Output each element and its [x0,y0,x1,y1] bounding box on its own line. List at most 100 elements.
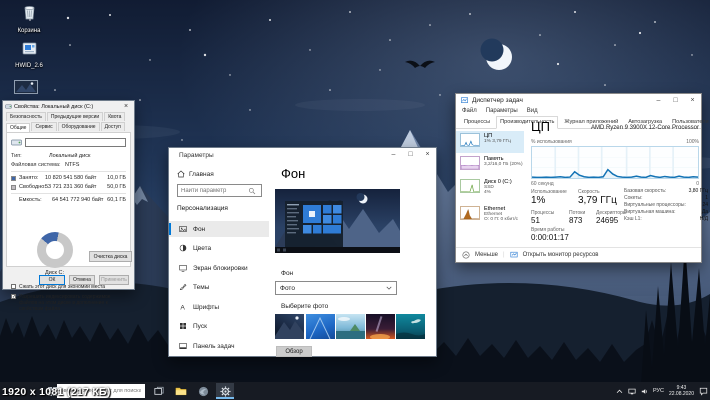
base-speed-value: 3,80 ГГц [689,188,708,195]
image-file-icon [14,80,38,94]
collapse-icon [462,251,470,259]
tab-hardware[interactable]: Оборудование [58,122,100,131]
tab-sharing[interactable]: Доступ [101,122,125,131]
task-view-button[interactable] [150,383,168,399]
menu-file[interactable]: Файл [462,108,477,114]
close-icon[interactable]: × [684,94,701,107]
notification-center-icon[interactable] [699,387,708,396]
browse-button[interactable]: Обзор [276,346,312,357]
background-type-value: Фото [280,285,295,292]
fewer-details-button[interactable]: Меньше [475,252,498,258]
background-type-dropdown[interactable]: Фото [275,281,397,295]
file-explorer-button[interactable] [172,383,190,399]
close-icon[interactable]: × [419,148,436,161]
photo-thumbnail-2[interactable] [306,314,335,339]
hidden-icons-chevron[interactable] [616,389,623,394]
perf-sidebar-disk[interactable]: Диск 0 (C:) SSD 4% [456,177,524,202]
tab-previous-versions[interactable]: Предыдущие версии [47,112,103,121]
svg-text:A: A [180,305,185,311]
browser-button[interactable] [194,383,212,399]
photo-thumbnail-1[interactable] [275,314,304,339]
desktop-icon-recycle-bin[interactable]: Корзина [3,4,55,34]
settings-search-input[interactable] [178,188,248,194]
disk-properties-dialog: Свойства: Локальный диск (C:) × Безопасн… [2,100,135,290]
menu-view[interactable]: Вид [527,108,538,114]
minimize-icon[interactable]: – [650,94,667,107]
chevron-down-icon [386,286,392,290]
recycle-bin-icon [21,4,38,21]
disk-dialog-titlebar[interactable]: Свойства: Локальный диск (C:) × [3,101,134,112]
cpu-uptime-value: 0:00:01:17 [531,233,569,242]
gear-icon [220,386,231,397]
settings-titlebar[interactable]: Параметры – □ × [169,148,436,163]
taskbar-clock[interactable]: 9:43 22.08.2020 [669,385,694,397]
language-indicator[interactable]: РУС [653,388,664,394]
tab-general[interactable]: Общие [6,123,30,132]
close-icon[interactable]: × [120,103,132,110]
cancel-button[interactable]: Отмена [69,275,95,285]
sidebar-ethernet-sub2: О: 0 П: 0 кбит/с [484,217,518,222]
tab-tools[interactable]: Сервис [31,122,56,131]
cpu-chip-name: AMD Ryzen 9 3900X 12-Core Processor [556,125,699,131]
ok-button[interactable]: ОК [39,275,65,285]
disk-general-page: Тип: Локальный диск Файловая система: NT… [6,132,131,267]
menu-options[interactable]: Параметры [486,108,518,114]
resource-monitor-icon [510,251,518,259]
sidebar-item-themes[interactable]: Темы [169,279,269,295]
sidebar-item-taskbar[interactable]: Панель задач [169,338,269,354]
tab-quota[interactable]: Квота [104,112,125,121]
open-resource-monitor-link[interactable]: Открыть монитор ресурсов [523,252,599,258]
cpu-usage-graph [531,146,699,179]
perf-sidebar-cpu[interactable]: ЦП 1% 3,79 ГГц [456,131,524,153]
disk-used-label: Занято: [19,175,45,181]
disk-capacity-label: Емкость: [19,197,52,203]
sidebar-item-background[interactable]: Фон [169,221,269,237]
disk-tabs-top: Безопасность Предыдущие версии Квота [3,112,134,121]
perf-sidebar-memory[interactable]: Память 3,2/16,0 ГБ (20%) [456,154,524,176]
tab-processes[interactable]: Процессы [460,116,494,128]
sidebar-item-colors[interactable]: Цвета [169,240,269,256]
task-view-icon [154,386,164,396]
disk-mini-graph [460,179,480,193]
task-manager-icon [461,97,468,104]
disk-dialog-title: Свойства: Локальный диск (C:) [14,104,120,110]
background-preview [275,189,400,253]
sidebar-item-fonts[interactable]: A Шрифты [169,299,269,315]
tab-security[interactable]: Безопасность [6,112,46,121]
cpu-threads-value: 873 [569,216,582,225]
sockets-label: Сокеты: [624,195,643,202]
ethernet-mini-graph [460,206,480,220]
cpu-graph-bottom-right: 0 [686,181,699,187]
fonts-icon: A [179,303,187,311]
settings-taskbar-button[interactable] [216,383,234,399]
disk-label-input[interactable] [25,138,126,147]
minimize-icon[interactable]: – [385,148,402,161]
desktop-icon-hwid[interactable]: HWID_2.6 [3,40,55,69]
index-checkbox[interactable]: ✓ [11,294,16,299]
settings-window: Параметры – □ × Главная Персонализация Ф… [168,147,437,357]
desktop-icon-label: HWID_2.6 [3,63,55,69]
network-icon[interactable] [628,388,636,395]
drive-large-icon [11,136,22,148]
task-manager-footer: Меньше | Открыть монитор ресурсов [456,247,701,262]
photo-thumbnail-3[interactable] [336,314,365,339]
photo-thumbnail-4[interactable] [366,314,395,339]
sidebar-item-start[interactable]: Пуск [169,318,269,334]
maximize-icon[interactable]: □ [402,148,419,161]
used-color-swatch [11,176,16,181]
task-manager-titlebar[interactable]: Диспетчер задач – □ × [456,94,701,107]
disk-usage-donut [37,232,73,268]
sidebar-memory-sub: 3,2/16,0 ГБ (20%) [484,162,523,167]
settings-search-box[interactable] [177,184,262,197]
sidebar-item-lock-screen[interactable]: Экран блокировки [169,260,269,276]
index-checkbox-label: Разрешить индексировать содержимое файло… [19,294,128,312]
cpu-handles-value: 24695 [596,216,618,225]
apply-button[interactable]: Применить [99,275,129,285]
photo-thumbnail-5[interactable] [396,314,425,339]
task-manager-menubar: Файл Параметры Вид [456,107,701,116]
disk-cleanup-button[interactable]: Очистка диска [89,251,132,262]
volume-icon[interactable] [641,388,648,395]
perf-sidebar-ethernet[interactable]: Ethernet Ethernet О: 0 П: 0 кбит/с [456,204,524,230]
maximize-icon[interactable]: □ [667,94,684,107]
settings-home[interactable]: Главная [177,170,214,178]
